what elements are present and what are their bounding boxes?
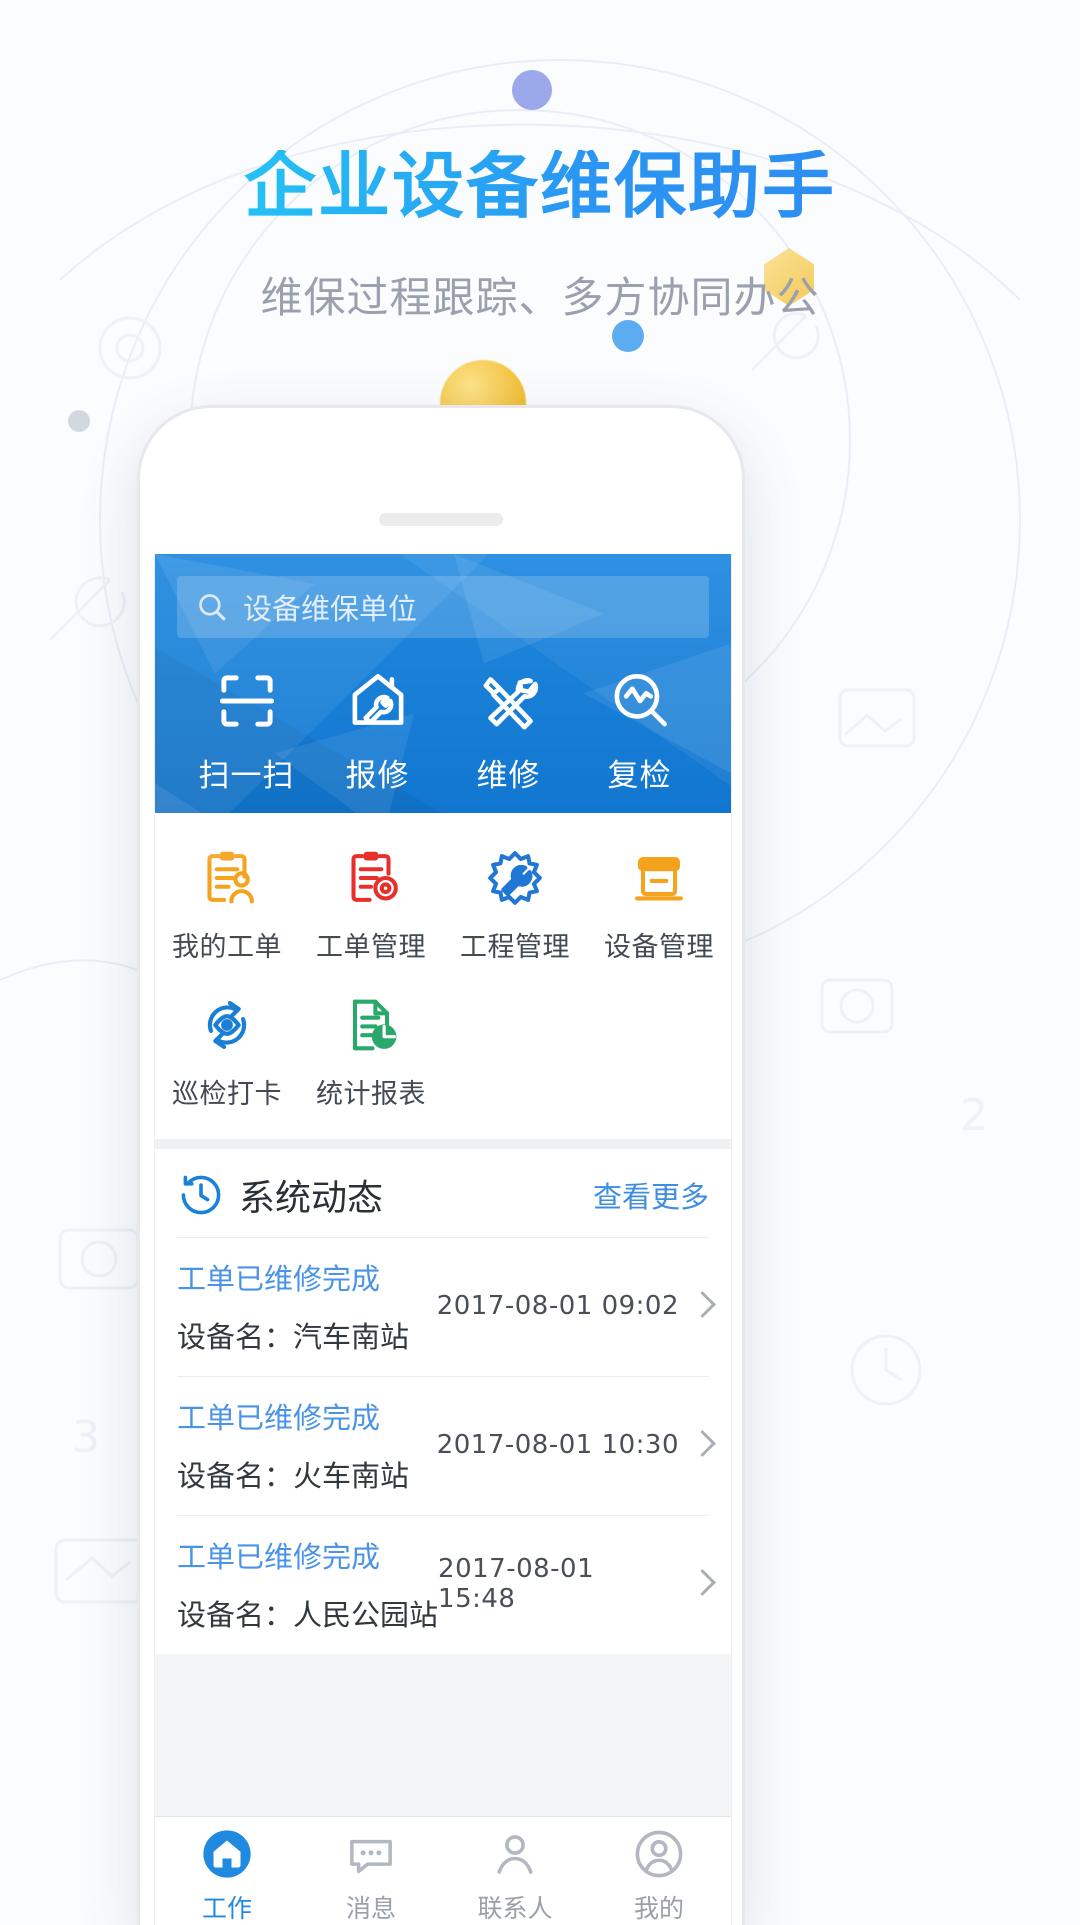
- search-input[interactable]: 设备维保单位: [177, 576, 709, 638]
- feature-my-orders[interactable]: 我的工单: [155, 831, 299, 978]
- quick-action-label: 扫一扫: [198, 758, 295, 794]
- tab-label: 消息: [345, 1893, 396, 1923]
- scan-icon: [219, 675, 274, 727]
- feature-label: 巡检打卡: [172, 1079, 282, 1110]
- dynamics-status: 工单已维修完成: [177, 1401, 381, 1435]
- dynamics-row-meta: 2017-08-01 09:02: [437, 1291, 709, 1321]
- quick-action-report[interactable]: 报修: [312, 664, 443, 795]
- chevron-right-icon: [693, 1431, 709, 1459]
- tab-work[interactable]: 工作: [155, 1817, 299, 1925]
- feature-label: 工单管理: [316, 932, 426, 963]
- phone-speaker: [379, 513, 503, 526]
- gear-wrench-icon: [488, 851, 542, 905]
- dynamics-device: 设备名：人民公园站: [177, 1592, 438, 1634]
- feature-label: 设备管理: [604, 932, 714, 963]
- feature-statistics-report[interactable]: 统计报表: [299, 978, 443, 1125]
- quick-action-label: 维修: [476, 758, 541, 794]
- feature-inspection-checkin[interactable]: 巡检打卡: [155, 978, 299, 1125]
- device-box-icon: [635, 857, 683, 901]
- history-clock-icon: [181, 1175, 221, 1215]
- dynamics-row-meta: 2017-08-01 10:30: [437, 1430, 709, 1460]
- phone-mockup: 设备维保单位 扫一扫 报修 维修 复检 我的工单 工单管理 工程管理 设备管理 …: [137, 405, 745, 1925]
- search-placeholder: 设备维保单位: [243, 592, 418, 626]
- dynamics-device-value: 汽车南站: [293, 1320, 410, 1354]
- svg-text:2: 2: [960, 1090, 988, 1141]
- eye-refresh-icon: [207, 1001, 247, 1049]
- quick-action-label: 复检: [607, 758, 672, 794]
- feature-label: 我的工单: [172, 932, 282, 963]
- svg-text:3: 3: [72, 1412, 100, 1463]
- dynamics-device-value: 人民公园站: [293, 1598, 439, 1632]
- clipboard-user-icon: [207, 851, 254, 904]
- feature-grid-row-2: 巡检打卡 统计报表: [155, 978, 731, 1125]
- tab-label: 联系人: [477, 1893, 553, 1923]
- feature-order-management[interactable]: 工单管理: [299, 831, 443, 978]
- dynamics-row[interactable]: 工单已维修完成 设备名：汽车南站 2017-08-01 09:02: [177, 1237, 709, 1376]
- quick-action-recheck[interactable]: 复检: [574, 664, 705, 795]
- dynamics-device-label: 设备名：: [177, 1320, 294, 1354]
- feature-project-management[interactable]: 工程管理: [443, 831, 587, 978]
- dynamics-status: 工单已维修完成: [177, 1262, 381, 1296]
- dynamics-row-text: 工单已维修完成 设备名：汽车南站: [177, 1256, 409, 1356]
- tab-contacts[interactable]: 联系人: [443, 1817, 587, 1925]
- contacts-icon: [497, 1834, 533, 1874]
- feature-grid-row-1: 我的工单 工单管理 工程管理 设备管理: [155, 831, 731, 978]
- feature-label: 统计报表: [316, 1079, 426, 1110]
- dynamics-device: 设备名：火车南站: [177, 1453, 409, 1495]
- quick-action-label: 报修: [345, 758, 410, 794]
- dynamics-row-meta: 2017-08-01 15:48: [438, 1554, 709, 1614]
- section-divider: [155, 1139, 731, 1149]
- page-subtitle: 维保过程跟踪、多方协同办公: [260, 273, 820, 322]
- dynamics-device: 设备名：汽车南站: [177, 1314, 409, 1356]
- system-dynamics-header: 系统动态 查看更多: [155, 1149, 731, 1237]
- chevron-right-icon: [693, 1570, 709, 1598]
- decor-dot-purple: [512, 70, 552, 110]
- hammer-wrench-icon: [483, 677, 538, 730]
- dynamics-time: 2017-08-01 09:02: [436, 1291, 679, 1321]
- search-icon: [199, 594, 226, 621]
- decor-dot-grey: [68, 410, 90, 432]
- dynamics-time: 2017-08-01 15:48: [438, 1554, 595, 1614]
- hero-section: 企业设备维保助手 维保过程跟踪、多方协同办公: [0, 150, 1080, 325]
- chat-icon: [350, 1839, 392, 1873]
- view-more-link[interactable]: 查看更多: [593, 1174, 709, 1216]
- feature-device-management[interactable]: 设备管理: [587, 831, 731, 978]
- dynamics-status: 工单已维修完成: [177, 1540, 381, 1574]
- report-chart-icon: [352, 999, 397, 1051]
- quick-action-repair[interactable]: 维修: [443, 664, 574, 795]
- feature-empty-b: [587, 978, 731, 1125]
- dynamics-row[interactable]: 工单已维修完成 设备名：火车南站 2017-08-01 10:30: [177, 1376, 709, 1515]
- page-title: 企业设备维保助手: [0, 150, 1080, 222]
- tab-messages[interactable]: 消息: [299, 1817, 443, 1925]
- tab-profile[interactable]: 我的: [587, 1817, 731, 1925]
- dynamics-row-text: 工单已维修完成 设备名：人民公园站: [177, 1534, 438, 1634]
- house-wrench-icon: [352, 674, 403, 725]
- quick-action-scan[interactable]: 扫一扫: [181, 664, 312, 795]
- quick-actions-row: 扫一扫 报修 维修 复检: [177, 638, 709, 799]
- tab-label: 我的: [633, 1893, 684, 1923]
- clipboard-gear-icon: [351, 851, 398, 902]
- feature-grid: 我的工单 工单管理 工程管理 设备管理 巡检打卡 统计报表: [155, 813, 731, 1139]
- system-dynamics-title: 系统动态: [239, 1178, 384, 1219]
- dynamics-device-label: 设备名：: [177, 1598, 294, 1632]
- dynamics-row[interactable]: 工单已维修完成 设备名：人民公园站 2017-08-01 15:48: [177, 1515, 709, 1654]
- feature-empty-a: [443, 978, 587, 1125]
- profile-icon: [635, 1830, 683, 1877]
- chevron-right-icon: [693, 1292, 709, 1320]
- system-dynamics-section: 系统动态 查看更多 工单已维修完成 设备名：汽车南站 2017-08-01 09…: [155, 1149, 731, 1654]
- tab-label: 工作: [201, 1893, 252, 1923]
- home-icon: [203, 1829, 251, 1878]
- dynamics-row-text: 工单已维修完成 设备名：火车南站: [177, 1395, 409, 1495]
- dynamics-time: 2017-08-01 10:30: [436, 1430, 679, 1460]
- app-screen: 设备维保单位 扫一扫 报修 维修 复检 我的工单 工单管理 工程管理 设备管理 …: [154, 554, 732, 1925]
- app-header: 设备维保单位 扫一扫 报修 维修 复检: [155, 554, 731, 873]
- dynamics-device-label: 设备名：: [177, 1459, 294, 1493]
- dynamics-device-value: 火车南站: [293, 1459, 410, 1493]
- recheck-magnifier-icon: [614, 674, 667, 727]
- bottom-tab-bar: 工作 消息 联系人 我的: [155, 1816, 731, 1925]
- feature-label: 工程管理: [460, 932, 570, 963]
